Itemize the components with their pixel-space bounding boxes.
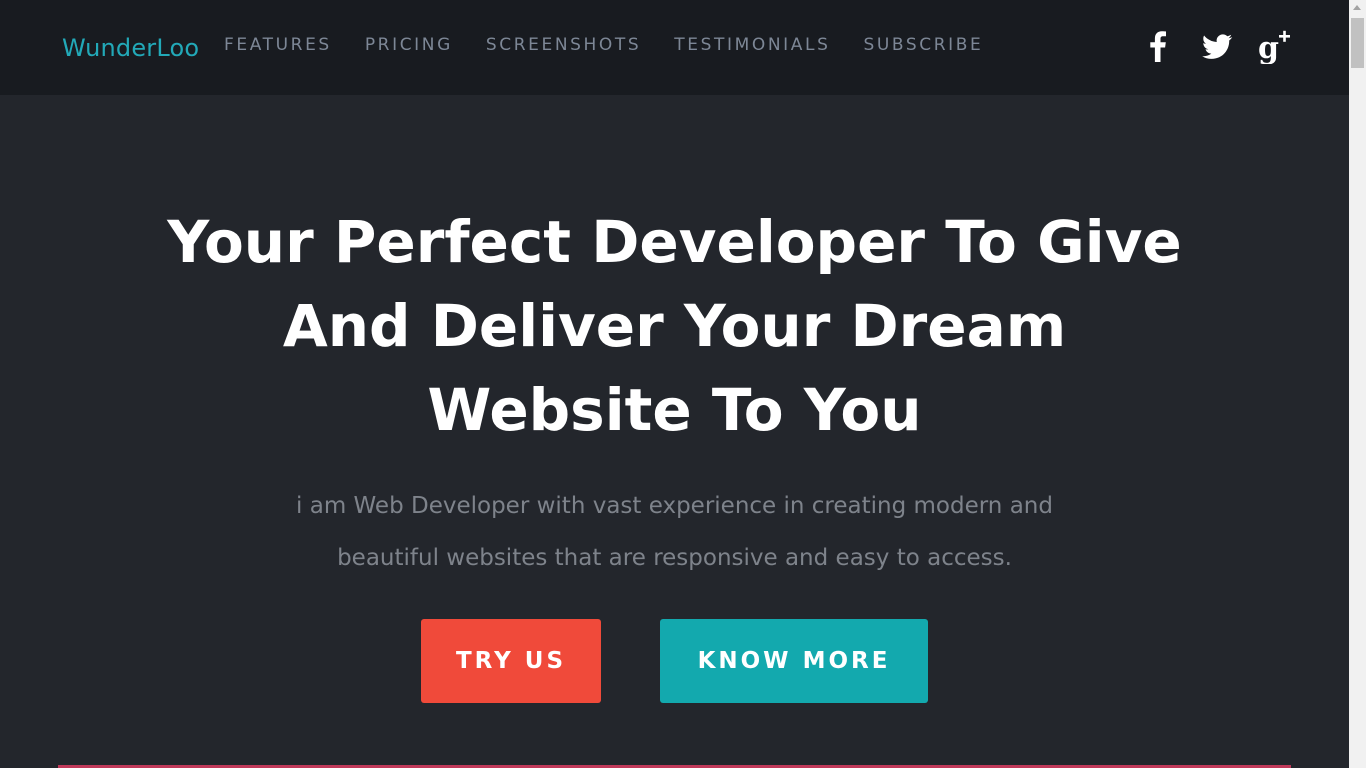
hero-subtitle-line: beautiful websites that are responsive a… [337, 545, 1012, 571]
google-plus-icon[interactable]: g [1257, 28, 1293, 64]
facebook-icon[interactable] [1141, 28, 1177, 64]
try-us-button[interactable]: TRY US [421, 619, 601, 703]
nav-item-features[interactable]: FEATURES [224, 35, 332, 55]
facebook-icon-svg [1150, 31, 1166, 62]
vertical-scrollbar[interactable] [1349, 0, 1366, 768]
twitter-icon-svg [1202, 34, 1233, 59]
page: WunderLoo FEATURES PRICING SCREENSHOTS T… [0, 0, 1366, 768]
hero-subtitle: i am Web Developer with vast experience … [0, 480, 1349, 584]
main-nav: FEATURES PRICING SCREENSHOTS TESTIMONIAL… [224, 35, 1016, 55]
twitter-icon[interactable] [1199, 28, 1235, 64]
scroll-up-arrow-icon[interactable] [1353, 5, 1361, 10]
svg-text:g: g [1258, 31, 1279, 64]
know-more-button[interactable]: KNOW MORE [660, 619, 928, 703]
hero-title-line: And Deliver Your Dream [282, 292, 1067, 360]
nav-item-testimonials[interactable]: TESTIMONIALS [674, 35, 830, 55]
scrollbar-thumb[interactable] [1351, 18, 1364, 68]
nav-item-pricing[interactable]: PRICING [365, 35, 453, 55]
hero-title-line: Your Perfect Developer To Give [167, 208, 1182, 276]
hero-title: Your Perfect Developer To Give And Deliv… [0, 200, 1349, 452]
brand-logo[interactable]: WunderLoo [62, 34, 199, 62]
google-plus-icon-svg: g [1258, 30, 1290, 64]
social-links: g [1119, 28, 1293, 64]
nav-item-subscribe[interactable]: SUBSCRIBE [863, 35, 983, 55]
nav-item-screenshots[interactable]: SCREENSHOTS [486, 35, 641, 55]
hero-subtitle-line: i am Web Developer with vast experience … [296, 493, 1053, 519]
navbar: WunderLoo FEATURES PRICING SCREENSHOTS T… [0, 0, 1349, 95]
hero-title-line: Website To You [427, 376, 922, 444]
